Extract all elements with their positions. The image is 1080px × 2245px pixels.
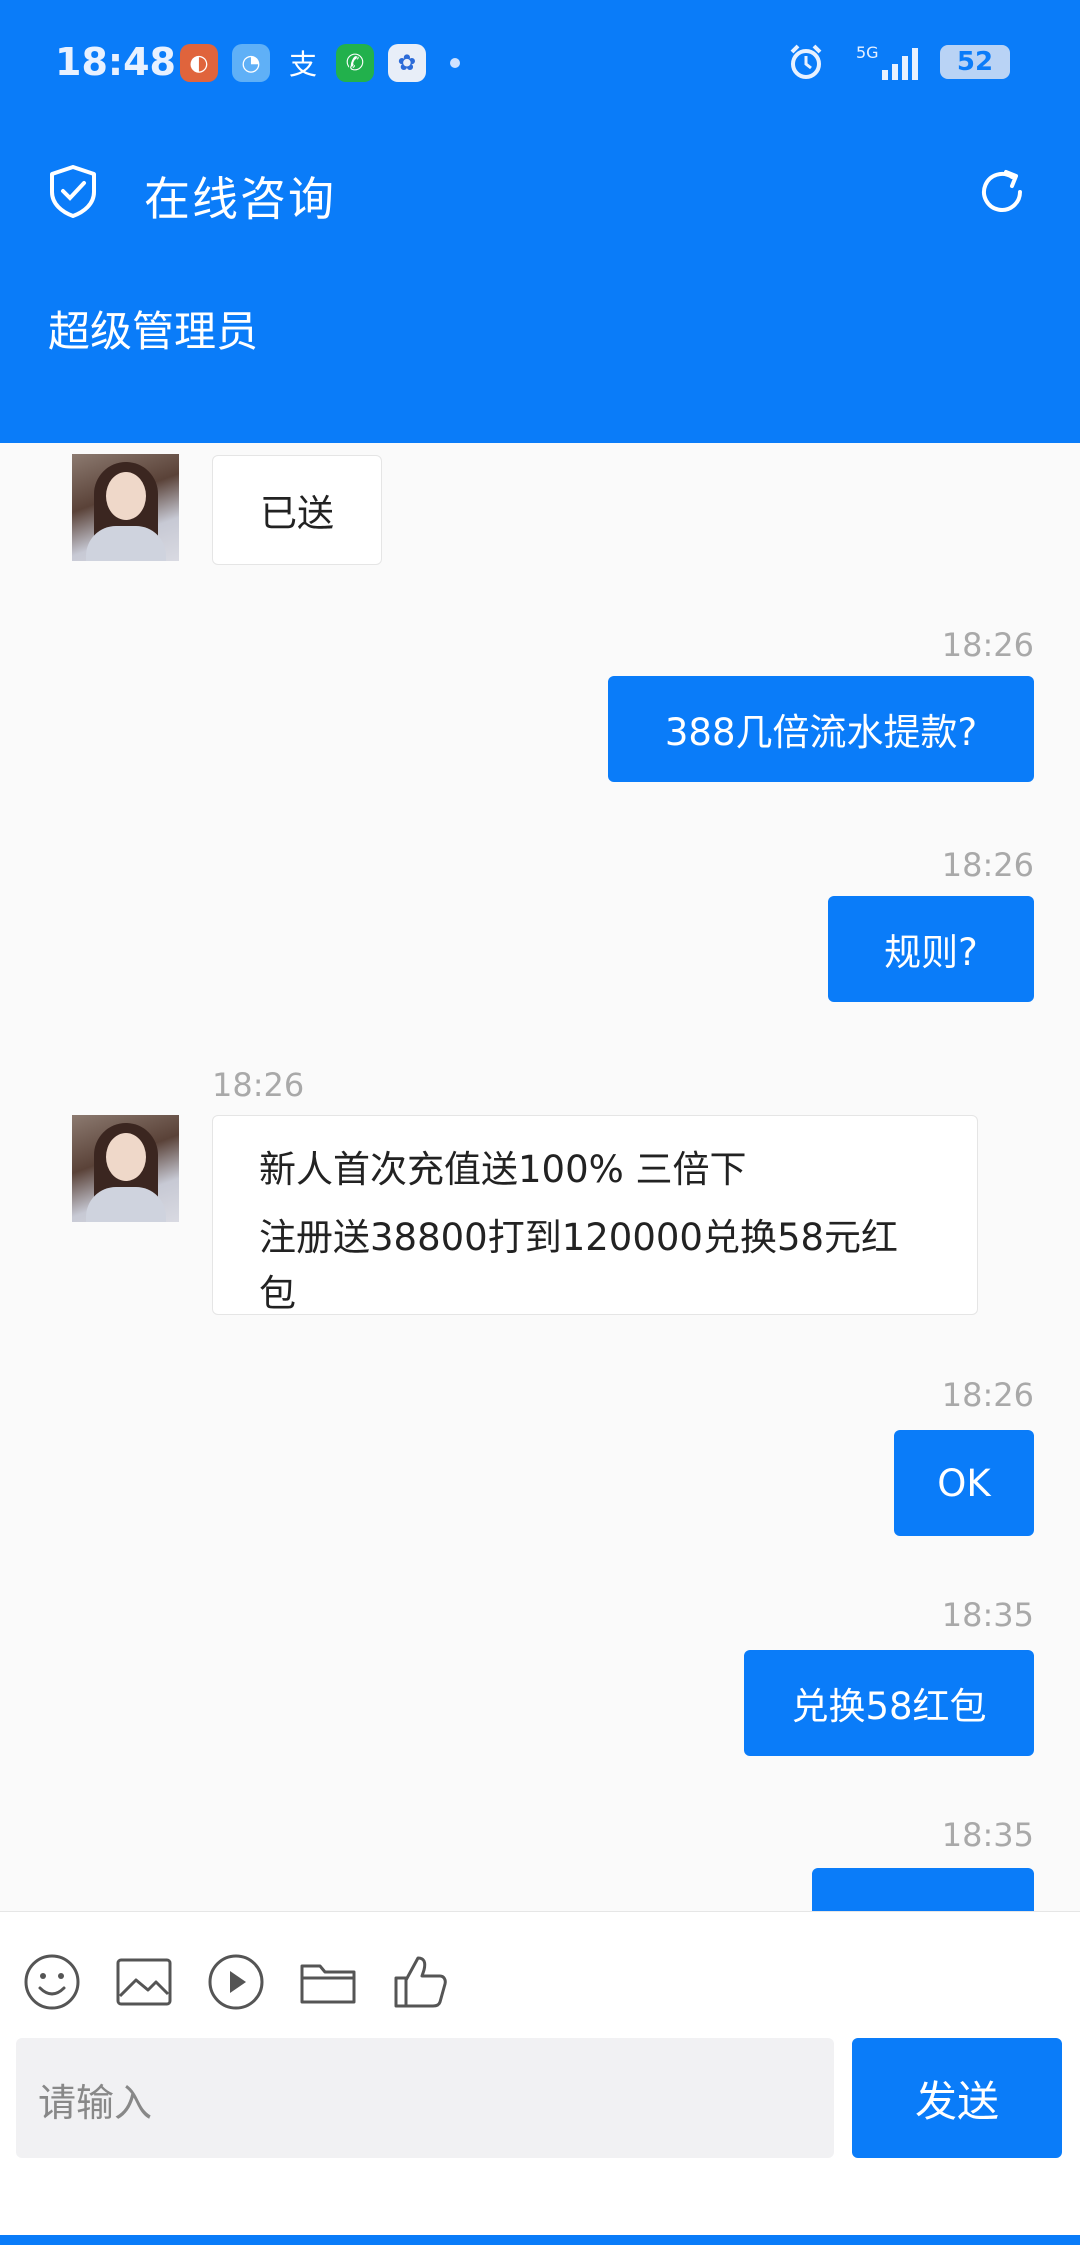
bottom-accent-bar xyxy=(0,2235,1080,2245)
agent-avatar[interactable] xyxy=(72,454,179,561)
message-bubble-outgoing[interactable]: OK xyxy=(894,1430,1034,1536)
message-time: 18:26 xyxy=(941,626,1034,664)
shield-check-icon xyxy=(50,165,96,218)
message-time: 18:35 xyxy=(941,1816,1034,1854)
alarm-icon xyxy=(790,44,822,79)
page-title: 在线咨询 xyxy=(144,172,336,226)
signal-icon: 5G xyxy=(856,43,918,80)
phone-icon: ✆ xyxy=(336,44,374,82)
send-button[interactable]: 发送 xyxy=(852,2038,1062,2158)
message-time: 18:26 xyxy=(941,846,1034,884)
message-input[interactable]: 请输入 xyxy=(16,2038,834,2158)
image-icon[interactable] xyxy=(114,1952,174,2012)
message-bubble-outgoing[interactable]: 规则? xyxy=(828,896,1034,1002)
app-notification-icon: ◐ xyxy=(180,44,218,82)
status-time: 18:48 xyxy=(55,40,176,84)
more-notifications-dot xyxy=(450,58,460,68)
header: 18:48 ◐ ◔ 支 ✆ ✿ 5G 52 在线咨询 超级管理员 xyxy=(0,0,1080,443)
battery-icon: 52 xyxy=(940,45,1010,79)
folder-icon[interactable] xyxy=(298,1952,358,2012)
alipay-icon: 支 xyxy=(288,48,317,81)
agent-name: 超级管理员 xyxy=(48,307,259,356)
message-time: 18:26 xyxy=(212,1066,305,1104)
composer: 请输入 发送 xyxy=(0,1911,1080,2245)
message-line: 注册送38800打到120000兑换58元红包 xyxy=(259,1216,899,1315)
refresh-icon[interactable] xyxy=(976,166,1028,218)
composer-tools xyxy=(22,1952,450,2012)
message-line: 新人首次充值送100% 三倍下 xyxy=(259,1148,747,1191)
message-bubble-incoming[interactable]: 新人首次充值送100% 三倍下 注册送38800打到120000兑换58元红包 xyxy=(212,1115,978,1315)
status-right: 5G 52 xyxy=(786,42,1010,82)
message-bubble-outgoing[interactable]: 兑换58红包 xyxy=(744,1650,1034,1756)
baidu-icon: ✿ xyxy=(388,44,426,82)
network-type-label: 5G xyxy=(856,43,879,62)
message-bubble-outgoing[interactable]: 388几倍流水提款? xyxy=(608,676,1034,782)
message-bubble-incoming[interactable]: 已送 xyxy=(212,455,382,565)
app-notification-icon: ◔ xyxy=(232,44,270,82)
agent-avatar[interactable] xyxy=(72,1115,179,1222)
emoji-icon[interactable] xyxy=(22,1952,82,2012)
video-icon[interactable] xyxy=(206,1952,266,2012)
message-bubble-outgoing[interactable] xyxy=(812,1868,1034,1911)
message-time: 18:26 xyxy=(941,1376,1034,1414)
thumbs-up-icon[interactable] xyxy=(390,1952,450,2012)
chat-messages[interactable]: 已送 18:26 388几倍流水提款? 18:26 规则? 18:26 新人首次… xyxy=(0,443,1080,1911)
message-time: 18:35 xyxy=(941,1596,1034,1634)
status-bar: 18:48 ◐ ◔ 支 ✆ ✿ 5G 52 xyxy=(0,0,1080,130)
notification-icons: ◐ ◔ 支 ✆ ✿ xyxy=(180,44,460,82)
